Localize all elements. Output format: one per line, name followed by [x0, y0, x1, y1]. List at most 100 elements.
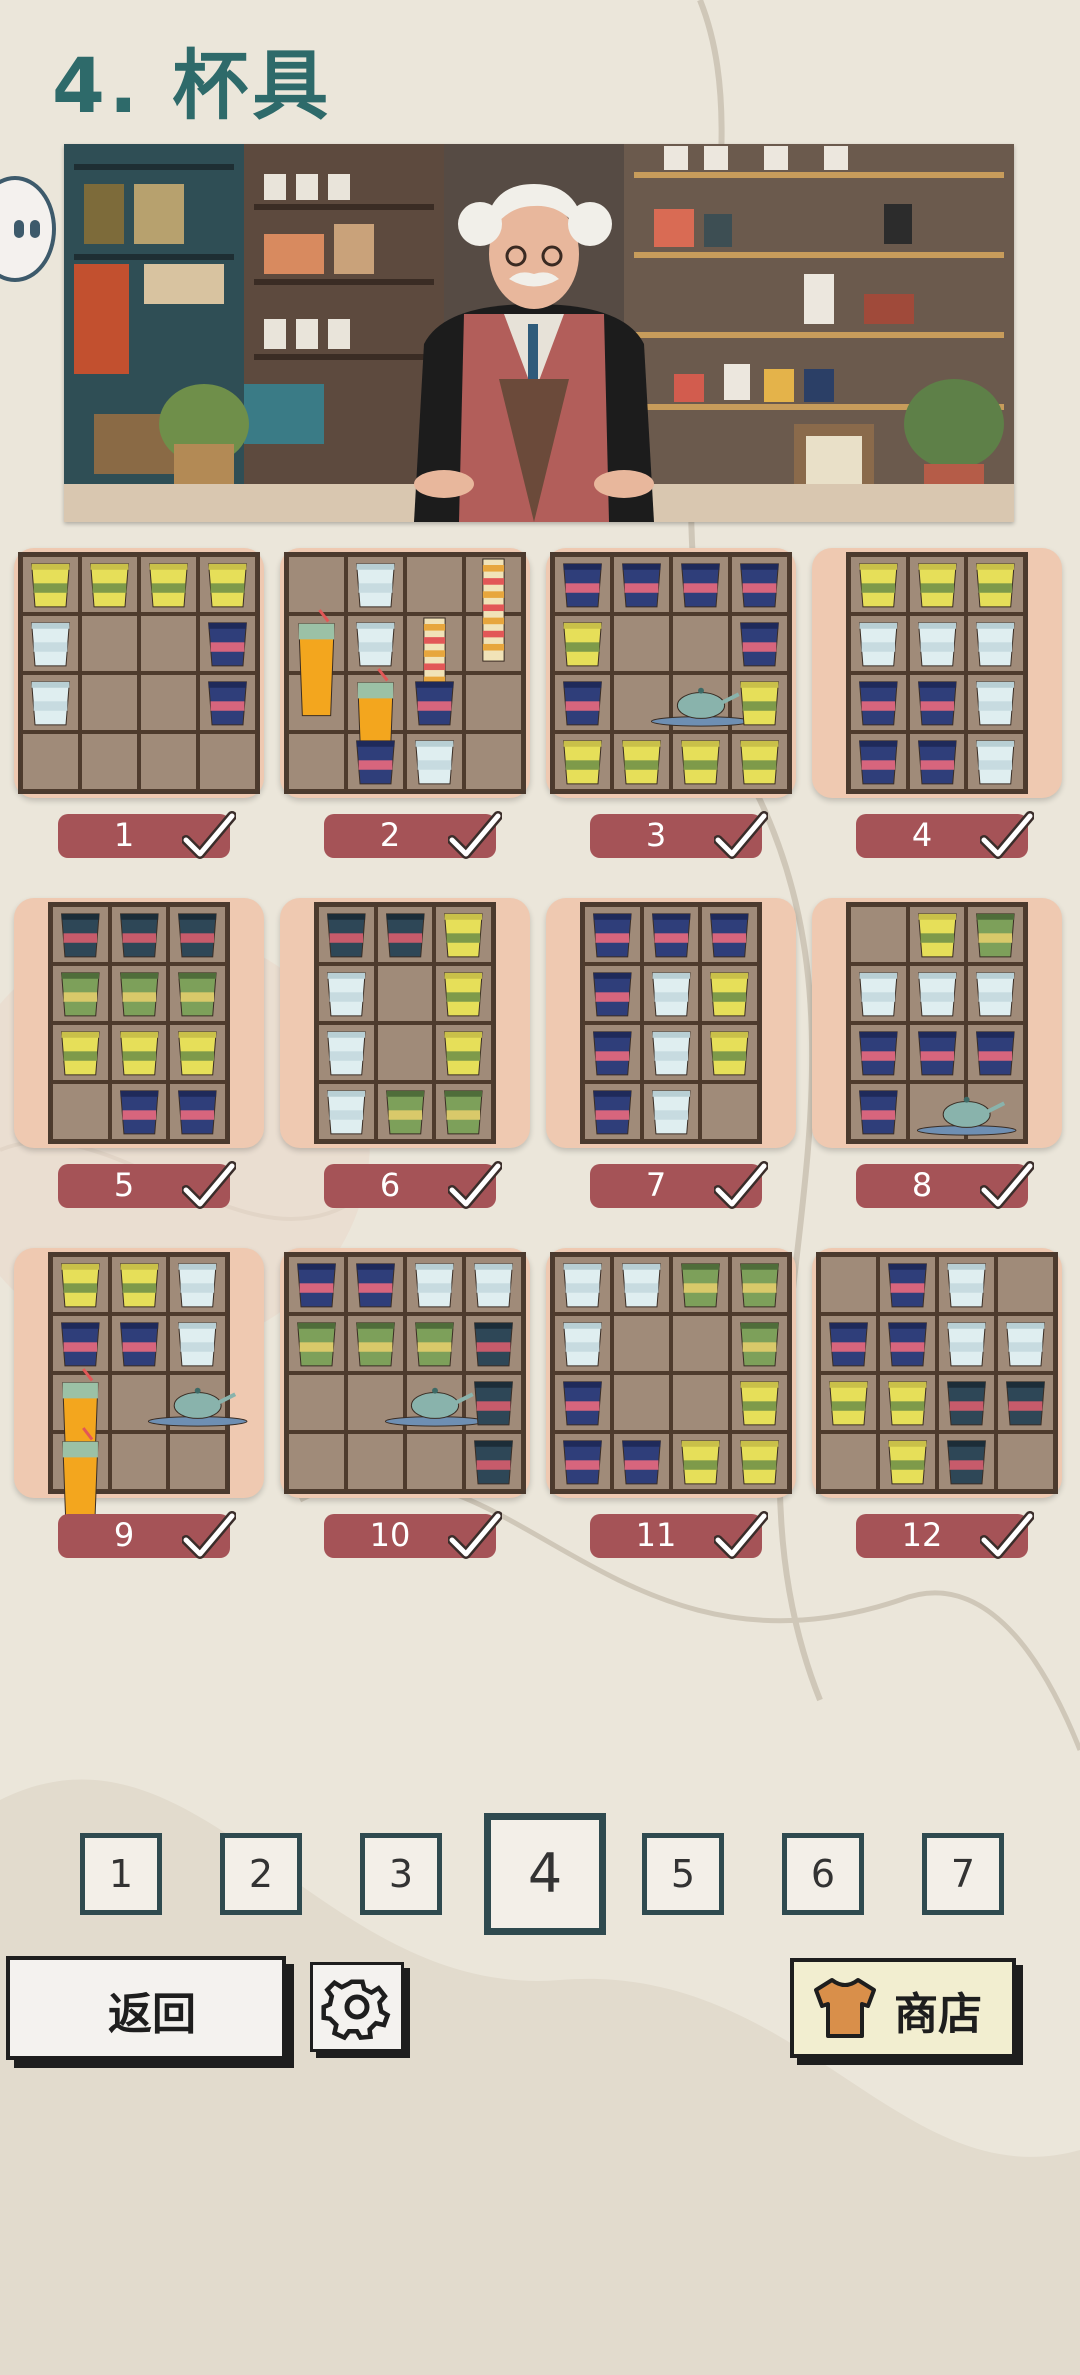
cup-icon: [908, 555, 967, 614]
level-number: 8: [911, 1166, 933, 1204]
page-button-4[interactable]: 4: [484, 1813, 606, 1935]
level-number: 2: [379, 816, 401, 854]
page-title: 4. 杯具: [52, 41, 333, 130]
level-preview: [280, 1248, 530, 1498]
cup-icon: [110, 964, 169, 1023]
cup-icon: [937, 1255, 996, 1314]
level-board: [846, 902, 1028, 1144]
cup-icon: [464, 1255, 523, 1314]
cup-icon: [878, 1314, 937, 1373]
cup-icon: [464, 1373, 523, 1432]
cup-icon: [671, 555, 730, 614]
page-button-1[interactable]: 1: [80, 1833, 162, 1915]
page-selector: 1234567: [0, 1812, 1080, 1942]
cup-icon: [317, 1023, 376, 1082]
cup-icon: [908, 1023, 967, 1082]
cup-icon: [51, 1255, 110, 1314]
cup-icon: [908, 905, 967, 964]
cup-icon: [553, 1373, 612, 1432]
cup-icon: [730, 732, 789, 791]
cup-icon: [966, 1023, 1025, 1082]
level-preview: [812, 548, 1062, 798]
cup-icon: [317, 1082, 376, 1141]
cup-icon: [996, 1314, 1055, 1373]
cup-icon: [553, 732, 612, 791]
cup-icon: [908, 673, 967, 732]
teapot-icon: [908, 1082, 1025, 1141]
cup-icon: [849, 732, 908, 791]
cup-icon: [110, 1023, 169, 1082]
cup-icon: [405, 1314, 464, 1373]
cup-icon: [642, 1082, 701, 1141]
cup-icon: [849, 614, 908, 673]
level-board: [284, 552, 526, 794]
cup-icon: [553, 1314, 612, 1373]
level-board: [18, 552, 260, 794]
cup-icon: [937, 1314, 996, 1373]
cup-icon: [553, 614, 612, 673]
level-number: 9: [113, 1516, 135, 1554]
shop-button[interactable]: 商店: [790, 1958, 1016, 2058]
cup-icon: [700, 964, 759, 1023]
level-number: 1: [113, 816, 135, 854]
cup-icon: [966, 555, 1025, 614]
check-icon: [181, 810, 237, 866]
check-icon: [979, 1160, 1035, 1216]
cup-icon: [642, 1023, 701, 1082]
page-button-6[interactable]: 6: [782, 1833, 864, 1915]
cup-icon: [317, 964, 376, 1023]
cup-icon: [937, 1373, 996, 1432]
cup-icon: [612, 732, 671, 791]
level-number: 10: [369, 1516, 411, 1554]
cup-icon: [996, 1373, 1055, 1432]
cup-icon: [878, 1432, 937, 1491]
cup-icon: [730, 673, 789, 732]
back-button[interactable]: 返回: [6, 1956, 286, 2060]
cup-icon: [966, 614, 1025, 673]
cup-icon: [405, 673, 464, 732]
level-board: [846, 552, 1028, 794]
level-board: [550, 552, 792, 794]
cup-icon: [51, 1314, 110, 1373]
cup-icon: [168, 1314, 227, 1373]
cup-icon: [966, 673, 1025, 732]
cup-icon: [434, 1023, 493, 1082]
cup-icon: [730, 1432, 789, 1491]
cup-icon: [583, 1082, 642, 1141]
check-icon: [447, 810, 503, 866]
cup-icon: [642, 905, 701, 964]
check-icon: [713, 810, 769, 866]
cup-icon: [937, 1432, 996, 1491]
cup-icon: [730, 614, 789, 673]
cup-icon: [612, 1255, 671, 1314]
settings-button[interactable]: [310, 1962, 404, 2052]
cup-icon: [849, 1082, 908, 1141]
page-button-7[interactable]: 7: [922, 1833, 1004, 1915]
orange-drink-icon: [287, 608, 346, 720]
cup-icon: [553, 1432, 612, 1491]
cup-icon: [51, 1023, 110, 1082]
cup-icon: [966, 732, 1025, 791]
shop-button-label: 商店: [894, 1989, 982, 2040]
level-preview: [546, 1248, 796, 1498]
cup-icon: [553, 673, 612, 732]
cup-icon: [908, 732, 967, 791]
cup-icon: [730, 1314, 789, 1373]
cup-icon: [168, 964, 227, 1023]
cup-icon: [376, 905, 435, 964]
page-button-3[interactable]: 3: [360, 1833, 442, 1915]
page-button-2[interactable]: 2: [220, 1833, 302, 1915]
check-icon: [713, 1160, 769, 1216]
cup-icon: [464, 1432, 523, 1491]
cup-icon: [583, 964, 642, 1023]
cup-icon: [346, 614, 405, 673]
cup-icon: [405, 1255, 464, 1314]
cup-icon: [346, 1255, 405, 1314]
cup-icon: [819, 1314, 878, 1373]
cup-icon: [849, 673, 908, 732]
cup-icon: [671, 1255, 730, 1314]
cup-icon: [317, 905, 376, 964]
cup-icon: [849, 555, 908, 614]
page-button-5[interactable]: 5: [642, 1833, 724, 1915]
layered-drink-icon: [464, 555, 523, 667]
